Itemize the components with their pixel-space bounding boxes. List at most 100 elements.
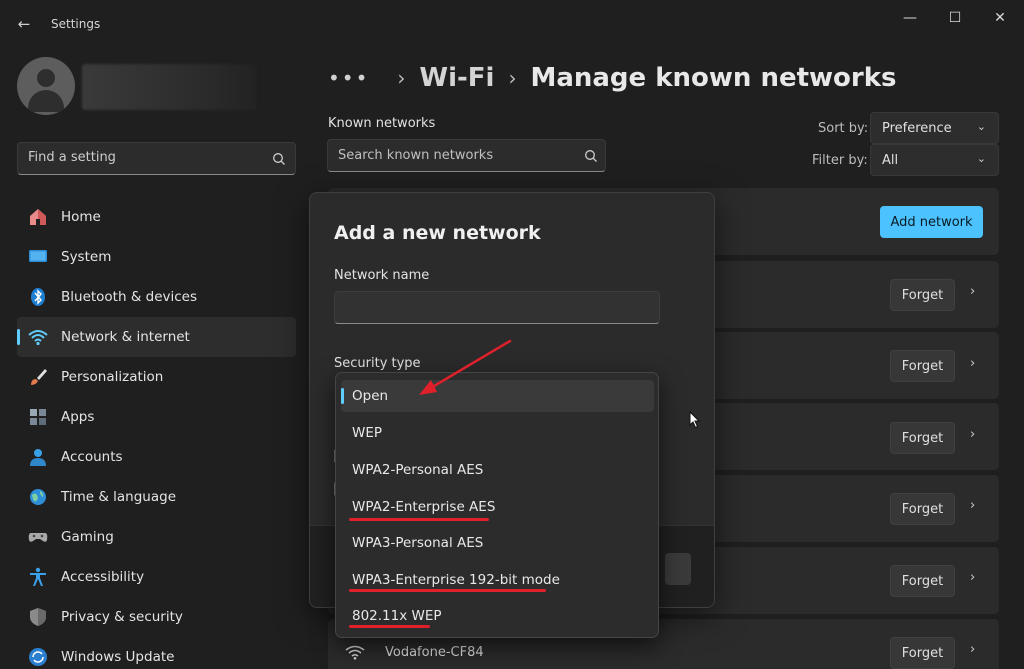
sidebar-item-system[interactable]: System xyxy=(17,237,296,277)
option-label: Open xyxy=(352,388,389,404)
chevron-right-icon[interactable]: › xyxy=(970,498,975,513)
wifi-icon xyxy=(28,330,48,346)
sidebar-item-label: Time & language xyxy=(61,489,177,505)
chevron-right-icon[interactable]: › xyxy=(970,570,975,585)
option-label: WPA3-Personal AES xyxy=(352,535,484,551)
avatar[interactable] xyxy=(17,57,75,115)
breadcrumb-separator: › xyxy=(508,66,517,90)
back-arrow-icon[interactable]: ← xyxy=(10,12,38,36)
security-option-wpa2-personal[interactable]: WPA2-Personal AES xyxy=(341,454,654,486)
sidebar-item-network[interactable]: Network & internet xyxy=(17,317,296,357)
globe-icon xyxy=(30,489,46,505)
chevron-right-icon[interactable]: › xyxy=(970,356,975,371)
mouse-cursor-icon xyxy=(689,411,701,429)
find-setting-input[interactable] xyxy=(28,150,258,165)
sidebar-item-label: Personalization xyxy=(61,369,164,385)
network-name-input[interactable] xyxy=(334,291,660,324)
breadcrumb-wifi-link[interactable]: Wi-Fi xyxy=(419,63,494,93)
sidebar-item-label: Privacy & security xyxy=(61,609,183,625)
sidebar-item-bluetooth[interactable]: Bluetooth & devices xyxy=(17,277,296,317)
maximize-button[interactable]: ☐ xyxy=(932,6,978,30)
apps-icon xyxy=(30,409,46,425)
annotation-underline xyxy=(349,518,489,521)
close-button[interactable]: ✕ xyxy=(977,6,1023,30)
chevron-right-icon[interactable]: › xyxy=(970,642,975,657)
shield-icon xyxy=(30,608,46,626)
sidebar-item-personalization[interactable]: Personalization xyxy=(17,357,296,397)
annotation-underline xyxy=(349,589,546,592)
sidebar-item-home[interactable]: Home xyxy=(17,197,296,237)
sidebar-nav: Home System Bluetooth & devices Network … xyxy=(17,197,296,669)
add-network-button[interactable]: Add network xyxy=(880,206,983,238)
brush-icon xyxy=(31,369,47,385)
sidebar-item-label: Apps xyxy=(61,409,95,425)
forget-button[interactable]: Forget xyxy=(890,493,955,525)
bluetooth-icon xyxy=(31,288,45,306)
user-name-blurred xyxy=(82,64,257,110)
search-icon[interactable] xyxy=(272,152,286,166)
avatar-head xyxy=(37,69,55,87)
chevron-right-icon[interactable]: › xyxy=(970,427,975,442)
sidebar-item-label: Windows Update xyxy=(61,649,175,665)
sort-by-label: Sort by: xyxy=(818,121,869,136)
option-label: WPA2-Personal AES xyxy=(352,462,484,478)
option-label: 802.11x WEP xyxy=(352,608,442,624)
chevron-down-icon: ⌄ xyxy=(976,152,986,165)
option-label: WEP xyxy=(352,425,383,441)
network-name-label: Vodafone-CF84 xyxy=(385,645,484,660)
option-label: WPA3-Enterprise 192-bit mode xyxy=(352,572,560,588)
option-label: WPA2-Enterprise AES xyxy=(352,499,496,515)
security-option-wep[interactable]: WEP xyxy=(341,417,654,449)
sidebar-item-label: Gaming xyxy=(61,529,114,545)
wifi-icon xyxy=(345,645,365,660)
known-networks-search-input[interactable] xyxy=(338,148,568,163)
dialog-title: Add a new network xyxy=(334,222,541,244)
forget-button[interactable]: Forget xyxy=(890,637,955,669)
forget-button[interactable]: Forget xyxy=(890,422,955,454)
sidebar-item-windows-update[interactable]: Windows Update xyxy=(17,637,296,669)
avatar-body xyxy=(28,90,64,112)
forget-button[interactable]: Forget xyxy=(890,350,955,382)
sidebar-item-label: System xyxy=(61,249,112,265)
filter-by-value: All xyxy=(882,153,899,168)
chevron-right-icon[interactable]: › xyxy=(970,284,975,299)
security-type-dropdown[interactable]: Open WEP WPA2-Personal AES WPA2-Enterpri… xyxy=(335,372,659,638)
app-title: Settings xyxy=(51,17,101,31)
page-title: Manage known networks xyxy=(530,63,897,93)
sidebar-item-gaming[interactable]: Gaming xyxy=(17,517,296,557)
sidebar-item-accounts[interactable]: Accounts xyxy=(17,437,296,477)
sidebar-item-label: Bluetooth & devices xyxy=(61,289,198,305)
cancel-button[interactable] xyxy=(665,553,691,585)
breadcrumb: ••• › Wi-Fi › Manage known networks xyxy=(328,58,897,98)
sort-by-value: Preference xyxy=(882,121,952,136)
known-networks-search[interactable] xyxy=(327,139,606,172)
breadcrumb-separator: › xyxy=(397,66,406,90)
chevron-down-icon: ⌄ xyxy=(976,120,986,133)
accessibility-icon xyxy=(30,567,46,586)
filter-by-label: Filter by: xyxy=(812,153,868,168)
filter-by-dropdown[interactable]: All ⌄ xyxy=(870,144,999,176)
annotation-arrow-icon xyxy=(419,339,512,395)
sidebar-item-label: Network & internet xyxy=(61,329,190,345)
forget-button[interactable]: Forget xyxy=(890,279,955,311)
title-bar: ← Settings — ☐ ✕ xyxy=(0,0,1024,48)
annotation-underline xyxy=(349,625,430,628)
person-icon xyxy=(30,449,46,466)
sidebar-item-privacy-security[interactable]: Privacy & security xyxy=(17,597,296,637)
security-option-wpa3-personal[interactable]: WPA3-Personal AES xyxy=(341,527,654,559)
breadcrumb-overflow-button[interactable]: ••• xyxy=(328,66,369,90)
gamepad-icon xyxy=(28,533,48,542)
sidebar-item-apps[interactable]: Apps xyxy=(17,397,296,437)
network-name-label: Network name xyxy=(334,268,430,283)
sidebar-item-label: Accessibility xyxy=(61,569,145,585)
forget-button[interactable]: Forget xyxy=(890,565,955,597)
search-icon[interactable] xyxy=(584,149,598,163)
sidebar-item-time-language[interactable]: Time & language xyxy=(17,477,296,517)
home-icon xyxy=(30,209,46,225)
known-networks-label: Known networks xyxy=(328,116,436,131)
sidebar-item-accessibility[interactable]: Accessibility xyxy=(17,557,296,597)
system-icon xyxy=(29,250,47,262)
sort-by-dropdown[interactable]: Preference ⌄ xyxy=(870,112,999,144)
find-setting-search[interactable] xyxy=(17,142,296,175)
minimize-button[interactable]: — xyxy=(887,6,933,30)
